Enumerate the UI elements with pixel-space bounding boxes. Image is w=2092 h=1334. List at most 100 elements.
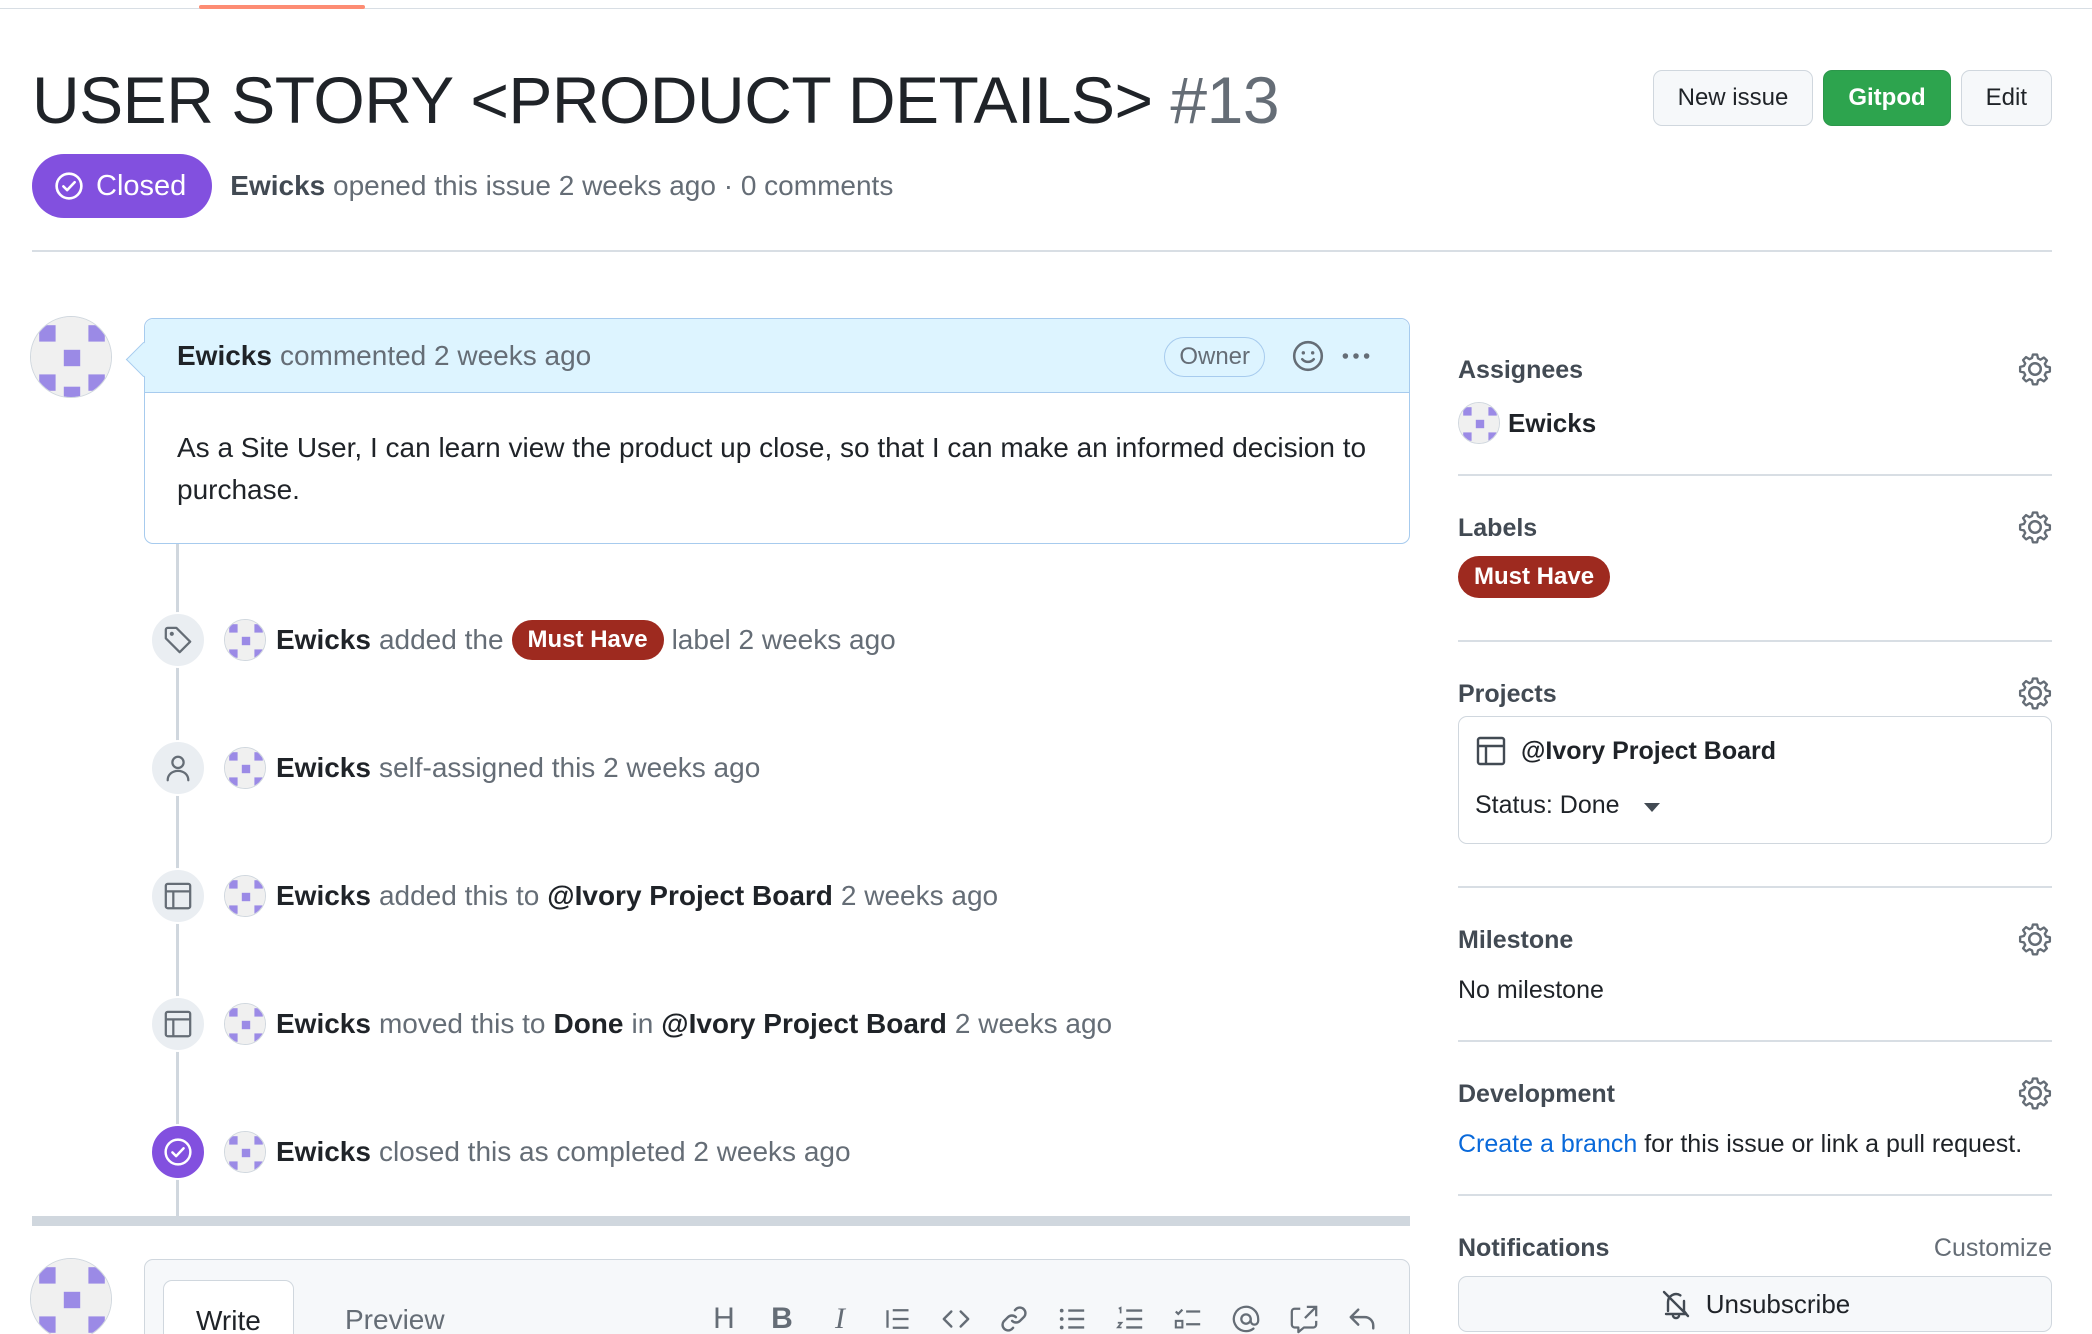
event-text: Ewicks closed this as completed 2 weeks … [276,1136,851,1168]
gear-icon[interactable] [2018,1076,2052,1110]
task-list-icon[interactable] [1167,1298,1209,1334]
event-actor-link[interactable]: Ewicks [276,1008,371,1040]
avatar[interactable] [224,619,266,661]
gear-icon[interactable] [2018,922,2052,956]
new-issue-button[interactable]: New issue [1652,70,1814,126]
sidebar-divider [1458,1194,2052,1196]
event-icon-badge [150,740,206,796]
comment-timestamp[interactable]: commented 2 weeks ago [280,340,591,372]
project-link[interactable]: @Ivory Project Board [661,1008,947,1040]
avatar[interactable] [224,747,266,789]
heading-icon[interactable]: H [703,1298,745,1334]
tag-icon [164,626,192,654]
event-suffix: 2 weeks ago [954,1008,1113,1039]
timeline-event-project-moved: Ewicks moved this to Done in @Ivory Proj… [150,996,1112,1052]
sidebar-assignees: Assignees Ewicks [1458,353,2052,466]
avatar[interactable] [30,1258,112,1334]
sidebar-milestone: Milestone No milestone [1458,923,2052,1036]
development-rest: for this issue or link a pull request. [1644,1130,2023,1158]
italic-icon[interactable]: I [819,1298,861,1334]
quote-icon[interactable] [877,1298,919,1334]
gear-icon[interactable] [2018,352,2052,386]
identicon-icon [31,317,111,397]
sidebar-development: Development Create a branch for this iss… [1458,1077,2052,1190]
issue-number: #13 [1170,63,1280,137]
event-action: self-assigned this 2 weeks ago [378,752,761,783]
unsubscribe-label: Unsubscribe [1705,1288,1851,1319]
identicon-icon [225,620,265,660]
avatar[interactable] [30,316,112,398]
sidebar-notifications: Notifications Customize Unsubscribe [1458,1234,2052,1334]
assignee-name: Ewicks [1508,407,1597,438]
issue-meta-text: opened this issue 2 weeks ago · 0 commen… [333,170,894,201]
event-action: moved this to [378,1008,546,1039]
avatar[interactable] [224,875,266,917]
avatar[interactable] [224,1003,266,1045]
owner-badge: Owner [1164,337,1265,377]
identicon-icon [225,876,265,916]
event-text: Ewicks moved this to Done in @Ivory Proj… [276,1008,1112,1040]
assignee-item[interactable]: Ewicks [1458,402,1596,444]
label-must-have[interactable]: Must Have [511,620,664,660]
identicon-icon [225,1132,265,1172]
project-status: Status: Done [1475,791,1620,819]
link-icon[interactable] [993,1298,1035,1334]
code-icon[interactable] [935,1298,977,1334]
gear-icon[interactable] [2018,676,2052,710]
event-text: Ewicks added this to @Ivory Project Boar… [276,880,998,912]
bold-icon[interactable]: B [761,1298,803,1334]
create-branch-link[interactable]: Create a branch [1458,1130,1637,1158]
event-actor-link[interactable]: Ewicks [276,1136,371,1168]
mention-icon[interactable] [1225,1298,1267,1334]
header-actions: New issue Gitpod Edit [1652,70,2052,126]
development-text: Create a branch for this issue or link a… [1458,1130,2022,1159]
more-options-icon[interactable] [1339,339,1373,373]
event-connector: in [631,1008,654,1039]
gitpod-button[interactable]: Gitpod [1823,70,1951,126]
person-icon [166,755,190,782]
avatar[interactable] [224,1131,266,1173]
milestone-heading[interactable]: Milestone [1458,926,1573,955]
projects-heading[interactable]: Projects [1458,680,1557,709]
customize-link[interactable]: Customize [1934,1234,2052,1263]
project-status-dropdown[interactable]: Status: Done [1475,791,1660,820]
issue-title: USER STORY <PRODUCT DETAILS> #13 [32,60,1280,140]
event-action: added the [378,624,504,655]
assignees-heading[interactable]: Assignees [1458,356,1583,385]
issue-header: USER STORY <PRODUCT DETAILS> #13 New iss… [32,60,2052,140]
smiley-icon[interactable] [1291,339,1325,373]
sidebar-divider [1458,1040,2052,1042]
unsubscribe-button[interactable]: Unsubscribe [1458,1276,2052,1332]
numbered-list-icon[interactable] [1109,1298,1151,1334]
comment-author-link[interactable]: Ewicks [177,340,272,372]
bell-slash-icon [1662,1290,1689,1320]
identicon-icon [31,1259,111,1334]
comment-body: As a Site User, I can learn view the pro… [177,432,1367,505]
cross-reference-icon[interactable] [1283,1298,1325,1334]
active-tab-indicator [199,5,365,9]
issue-title-text: USER STORY <PRODUCT DETAILS> [32,63,1153,137]
labels-heading[interactable]: Labels [1458,514,1537,543]
event-text: Ewicks added the Must Have label 2 weeks… [276,620,896,660]
event-actor-link[interactable]: Ewicks [276,880,371,912]
edit-button[interactable]: Edit [1960,70,2052,126]
gear-icon[interactable] [2018,510,2052,544]
issue-author-link[interactable]: Ewicks [230,170,325,201]
event-actor-link[interactable]: Ewicks [276,752,371,784]
development-heading[interactable]: Development [1458,1080,1615,1109]
label-must-have[interactable]: Must Have [1458,556,1611,598]
event-suffix: label 2 weeks ago [671,624,896,655]
identicon-icon [225,748,265,788]
project-link[interactable]: @Ivory Project Board [1475,735,1776,767]
project-card: @Ivory Project Board Status: Done [1458,716,2052,844]
header-divider [32,250,2052,252]
sidebar-divider [1458,640,2052,642]
project-link[interactable]: @Ivory Project Board [547,880,833,912]
tab-preview[interactable]: Preview [313,1280,477,1334]
identicon-icon [1459,403,1499,443]
bulleted-list-icon[interactable] [1051,1298,1093,1334]
sidebar-divider [1458,474,2052,476]
reply-icon[interactable] [1341,1298,1383,1334]
tab-write[interactable]: Write [163,1280,294,1334]
event-actor-link[interactable]: Ewicks [276,624,371,656]
